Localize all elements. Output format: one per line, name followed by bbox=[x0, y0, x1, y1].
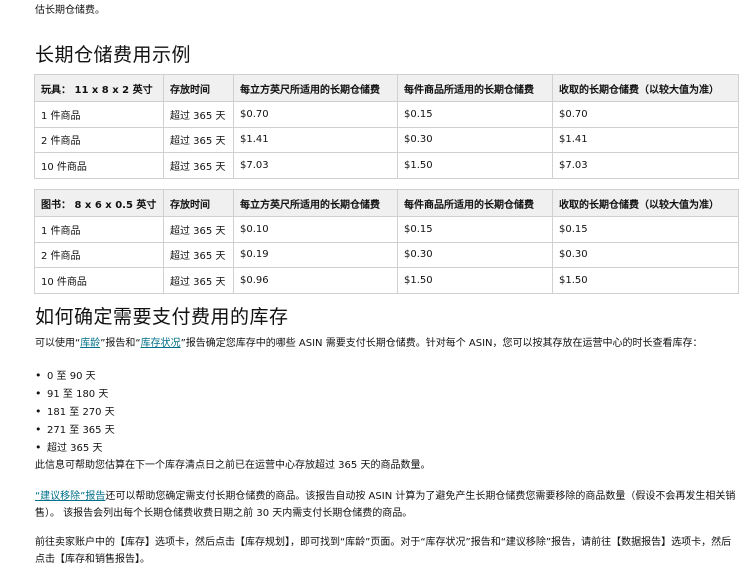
table-cell: 1 件商品 bbox=[34, 101, 164, 128]
table-cell: 超过 365 天 bbox=[163, 216, 234, 243]
column-header-fee-charged: 收取的长期仓储费（以较大值为准） bbox=[552, 189, 739, 217]
table-cell: $0.30 bbox=[397, 126, 553, 153]
table-cell: $0.15 bbox=[397, 216, 553, 243]
storage-period-list: 0 至 90 天 91 至 180 天 181 至 270 天 271 至 36… bbox=[35, 367, 115, 457]
table-cell: 超过 365 天 bbox=[163, 267, 234, 294]
table-row: 10 件商品 超过 365 天 $0.96 $1.50 $1.50 bbox=[34, 267, 739, 294]
table-cell: $1.41 bbox=[233, 126, 398, 153]
table-cell: 2 件商品 bbox=[34, 241, 164, 268]
column-header-storage-time: 存放时间 bbox=[163, 74, 234, 102]
section-heading-example: 长期仓储费用示例 bbox=[35, 44, 192, 66]
table-cell: $7.03 bbox=[233, 152, 398, 179]
table-cell: $1.50 bbox=[397, 152, 553, 179]
table-cell: 超过 365 天 bbox=[163, 241, 234, 268]
column-header-item: 图书： 8 x 6 x 0.5 英寸 bbox=[34, 189, 164, 217]
table-row: 1 件商品 超过 365 天 $0.70 $0.15 $0.70 bbox=[34, 101, 739, 128]
table-cell: 超过 365 天 bbox=[163, 101, 234, 128]
column-header-fee-per-unit: 每件商品所适用的长期仓储费 bbox=[397, 74, 553, 102]
table-row: 10 件商品 超过 365 天 $7.03 $1.50 $7.03 bbox=[34, 152, 739, 179]
table-row: 2 件商品 超过 365 天 $0.19 $0.30 $0.30 bbox=[34, 241, 739, 268]
list-item: 0 至 90 天 bbox=[35, 367, 115, 385]
table-cell: $0.10 bbox=[233, 216, 398, 243]
table-header-row: 图书： 8 x 6 x 0.5 英寸 存放时间 每立方英尺所适用的长期仓储费 每… bbox=[34, 189, 739, 217]
table-cell: $0.19 bbox=[233, 241, 398, 268]
column-header-fee-per-cubic-foot: 每立方英尺所适用的长期仓储费 bbox=[233, 74, 398, 102]
table-cell: $0.30 bbox=[397, 241, 553, 268]
list-item: 超过 365 天 bbox=[35, 439, 115, 457]
column-header-item: 玩具： 11 x 8 x 2 英寸 bbox=[34, 74, 164, 102]
inventory-age-link[interactable]: 库龄 bbox=[80, 338, 100, 349]
table-cell: 超过 365 天 bbox=[163, 152, 234, 179]
estimate-paragraph: 此信息可帮助您估算在下一个库存清点日之前已在运营中心存放超过 365 天的商品数… bbox=[35, 460, 431, 471]
list-item: 91 至 180 天 bbox=[35, 385, 115, 403]
table-cell: $0.30 bbox=[552, 241, 739, 268]
section-heading-determine: 如何确定需要支付费用的库存 bbox=[35, 306, 289, 328]
table-cell: $0.15 bbox=[552, 216, 739, 243]
intro-text-end: ”报告确定您库存中的哪些 ASIN 需要支付长期仓储费。针对每个 ASIN，您可… bbox=[180, 338, 703, 349]
table-cell: $1.50 bbox=[397, 267, 553, 294]
table-cell: $0.15 bbox=[397, 101, 553, 128]
intro-text-start: 可以使用“ bbox=[35, 338, 81, 349]
table-cell: 超过 365 天 bbox=[163, 126, 234, 153]
list-item: 271 至 365 天 bbox=[35, 421, 115, 439]
table-cell: $7.03 bbox=[552, 152, 739, 179]
table-cell: 1 件商品 bbox=[34, 216, 164, 243]
fee-table-books: 图书： 8 x 6 x 0.5 英寸 存放时间 每立方英尺所适用的长期仓储费 每… bbox=[34, 189, 739, 294]
recommended-removal-paragraph: “建议移除”报告还可以帮助您确定需支付长期仓储费的商品。该报告自动按 ASIN … bbox=[35, 488, 740, 522]
table-row: 1 件商品 超过 365 天 $0.10 $0.15 $0.15 bbox=[34, 216, 739, 243]
table-cell: $1.50 bbox=[552, 267, 739, 294]
list-item: 181 至 270 天 bbox=[35, 403, 115, 421]
fee-table-toys: 玩具： 11 x 8 x 2 英寸 存放时间 每立方英尺所适用的长期仓储费 每件… bbox=[34, 74, 739, 179]
table-cell: 10 件商品 bbox=[34, 267, 164, 294]
intro-paragraph: 可以使用“库龄”报告和“库存状况”报告确定您库存中的哪些 ASIN 需要支付长期… bbox=[35, 335, 740, 352]
column-header-fee-per-unit: 每件商品所适用的长期仓储费 bbox=[397, 189, 553, 217]
column-header-fee-per-cubic-foot: 每立方英尺所适用的长期仓储费 bbox=[233, 189, 398, 217]
intro-text-middle: ”报告和“ bbox=[100, 338, 141, 349]
recommended-removal-link[interactable]: “建议移除”报告 bbox=[35, 491, 105, 502]
inventory-health-link[interactable]: 库存状况 bbox=[141, 338, 181, 349]
column-header-fee-charged: 收取的长期仓储费（以较大值为准） bbox=[552, 74, 739, 102]
table-cell: 2 件商品 bbox=[34, 126, 164, 153]
table-cell: $0.70 bbox=[233, 101, 398, 128]
intro-trailing-text: 估长期仓储费。 bbox=[35, 5, 105, 16]
table-cell: 10 件商品 bbox=[34, 152, 164, 179]
table-cell: $0.70 bbox=[552, 101, 739, 128]
table-header-row: 玩具： 11 x 8 x 2 英寸 存放时间 每立方英尺所适用的长期仓储费 每件… bbox=[34, 74, 739, 102]
table-row: 2 件商品 超过 365 天 $1.41 $0.30 $1.41 bbox=[34, 126, 739, 153]
table-cell: $1.41 bbox=[552, 126, 739, 153]
recommended-removal-text: 还可以帮助您确定需支付长期仓储费的商品。该报告自动按 ASIN 计算为了避免产生… bbox=[35, 491, 736, 519]
column-header-storage-time: 存放时间 bbox=[163, 189, 234, 217]
navigation-paragraph: 前往卖家账户中的【库存】选项卡，然后点击【库存规划】，即可找到“库龄”页面。对于… bbox=[35, 537, 732, 565]
table-cell: $0.96 bbox=[233, 267, 398, 294]
